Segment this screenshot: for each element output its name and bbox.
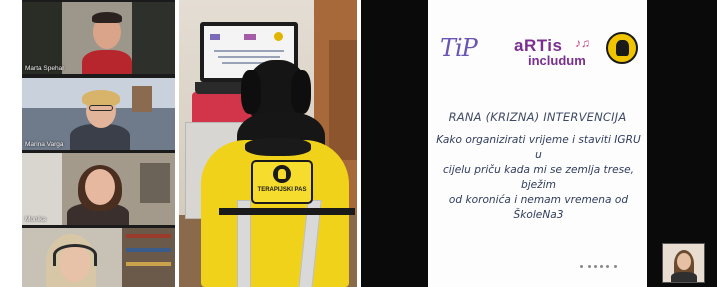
- video-background: [22, 2, 62, 74]
- dog-collar: [245, 138, 311, 156]
- slide-text: [214, 50, 284, 52]
- shared-screen: TiP aRTis ♪♫ includum RANA (KRIZNA) INTE…: [361, 0, 717, 287]
- slide-nav-dot[interactable]: [600, 265, 603, 268]
- video-background: [132, 2, 175, 74]
- vest-badge: TERAPIJSKI PAS: [251, 160, 313, 204]
- music-note-icon: ♪♫: [575, 36, 590, 50]
- video-background: [140, 163, 170, 203]
- slide-body-line: od koronića i nemam vremena od: [448, 194, 629, 206]
- person-hair: [92, 12, 122, 23]
- video-background: [22, 153, 62, 225]
- headphones-icon: [53, 244, 97, 266]
- person-body: [671, 272, 697, 282]
- slide-nav-dot[interactable]: [594, 265, 597, 268]
- slide-nav-dot[interactable]: [606, 265, 609, 268]
- slide-nav-dot[interactable]: [588, 265, 591, 268]
- person-body: [82, 50, 132, 74]
- bookshelf: [126, 234, 171, 238]
- cabinet: [329, 40, 357, 160]
- dog-ear: [291, 70, 311, 114]
- slide-logo: [274, 32, 283, 41]
- artis-includum-logo: aRTis ♪♫ includum: [514, 36, 604, 68]
- therapy-dog-logo-icon: [606, 32, 638, 64]
- participant-tile[interactable]: [22, 228, 175, 287]
- slide-logo: [210, 34, 220, 40]
- tip-logo: TiP: [440, 34, 478, 62]
- slide-logo: [244, 34, 256, 40]
- dog-emblem-icon: [273, 165, 291, 183]
- therapy-dog-photo: TERAPIJSKI PAS: [179, 0, 357, 287]
- bookshelf: [126, 248, 171, 252]
- participant-tile[interactable]: Marta Spehar: [22, 2, 175, 74]
- includum-logo-text: includum: [528, 53, 586, 68]
- slide-body-line: cijelu priču kada mi se zemlja trese, bj…: [442, 164, 634, 191]
- person-hair: [82, 90, 120, 106]
- person-face: [677, 253, 691, 270]
- self-view-thumbnail[interactable]: [662, 243, 705, 283]
- vest-strap: [219, 208, 355, 215]
- slide-body: Kako organizirati vrijeme i staviti IGRU…: [436, 133, 641, 223]
- slide-nav-dot[interactable]: [580, 265, 583, 268]
- slide-body-line: ŠkoleNa3: [513, 209, 564, 221]
- person-face: [85, 169, 115, 205]
- participant-name: Marina Varga: [25, 141, 64, 148]
- presentation-slide: TiP aRTis ♪♫ includum RANA (KRIZNA) INTE…: [428, 0, 647, 287]
- participant-name: Marta Spehar: [25, 65, 65, 72]
- glasses-icon: [89, 105, 113, 111]
- bookshelf: [126, 262, 171, 266]
- slide-body-line: Kako organizirati vrijeme i staviti IGRU…: [436, 134, 641, 161]
- dog-emblem-icon: [278, 169, 286, 179]
- participant-tile[interactable]: Monika: [22, 153, 175, 225]
- slide-text: [218, 56, 280, 58]
- participant-name: Monika: [25, 216, 46, 223]
- vest-label: TERAPIJSKI PAS: [257, 187, 307, 193]
- participant-gallery: Marta Spehar Marina Varga Monika: [22, 0, 175, 287]
- slide-nav-dot[interactable]: [614, 265, 617, 268]
- dog-silhouette-icon: [616, 40, 629, 56]
- participant-tile[interactable]: Marina Varga: [22, 78, 175, 150]
- dog-ear: [241, 70, 261, 114]
- slide-heading: RANA (KRIZNA) INTERVENCIJA: [448, 110, 627, 124]
- wall-picture: [132, 86, 152, 112]
